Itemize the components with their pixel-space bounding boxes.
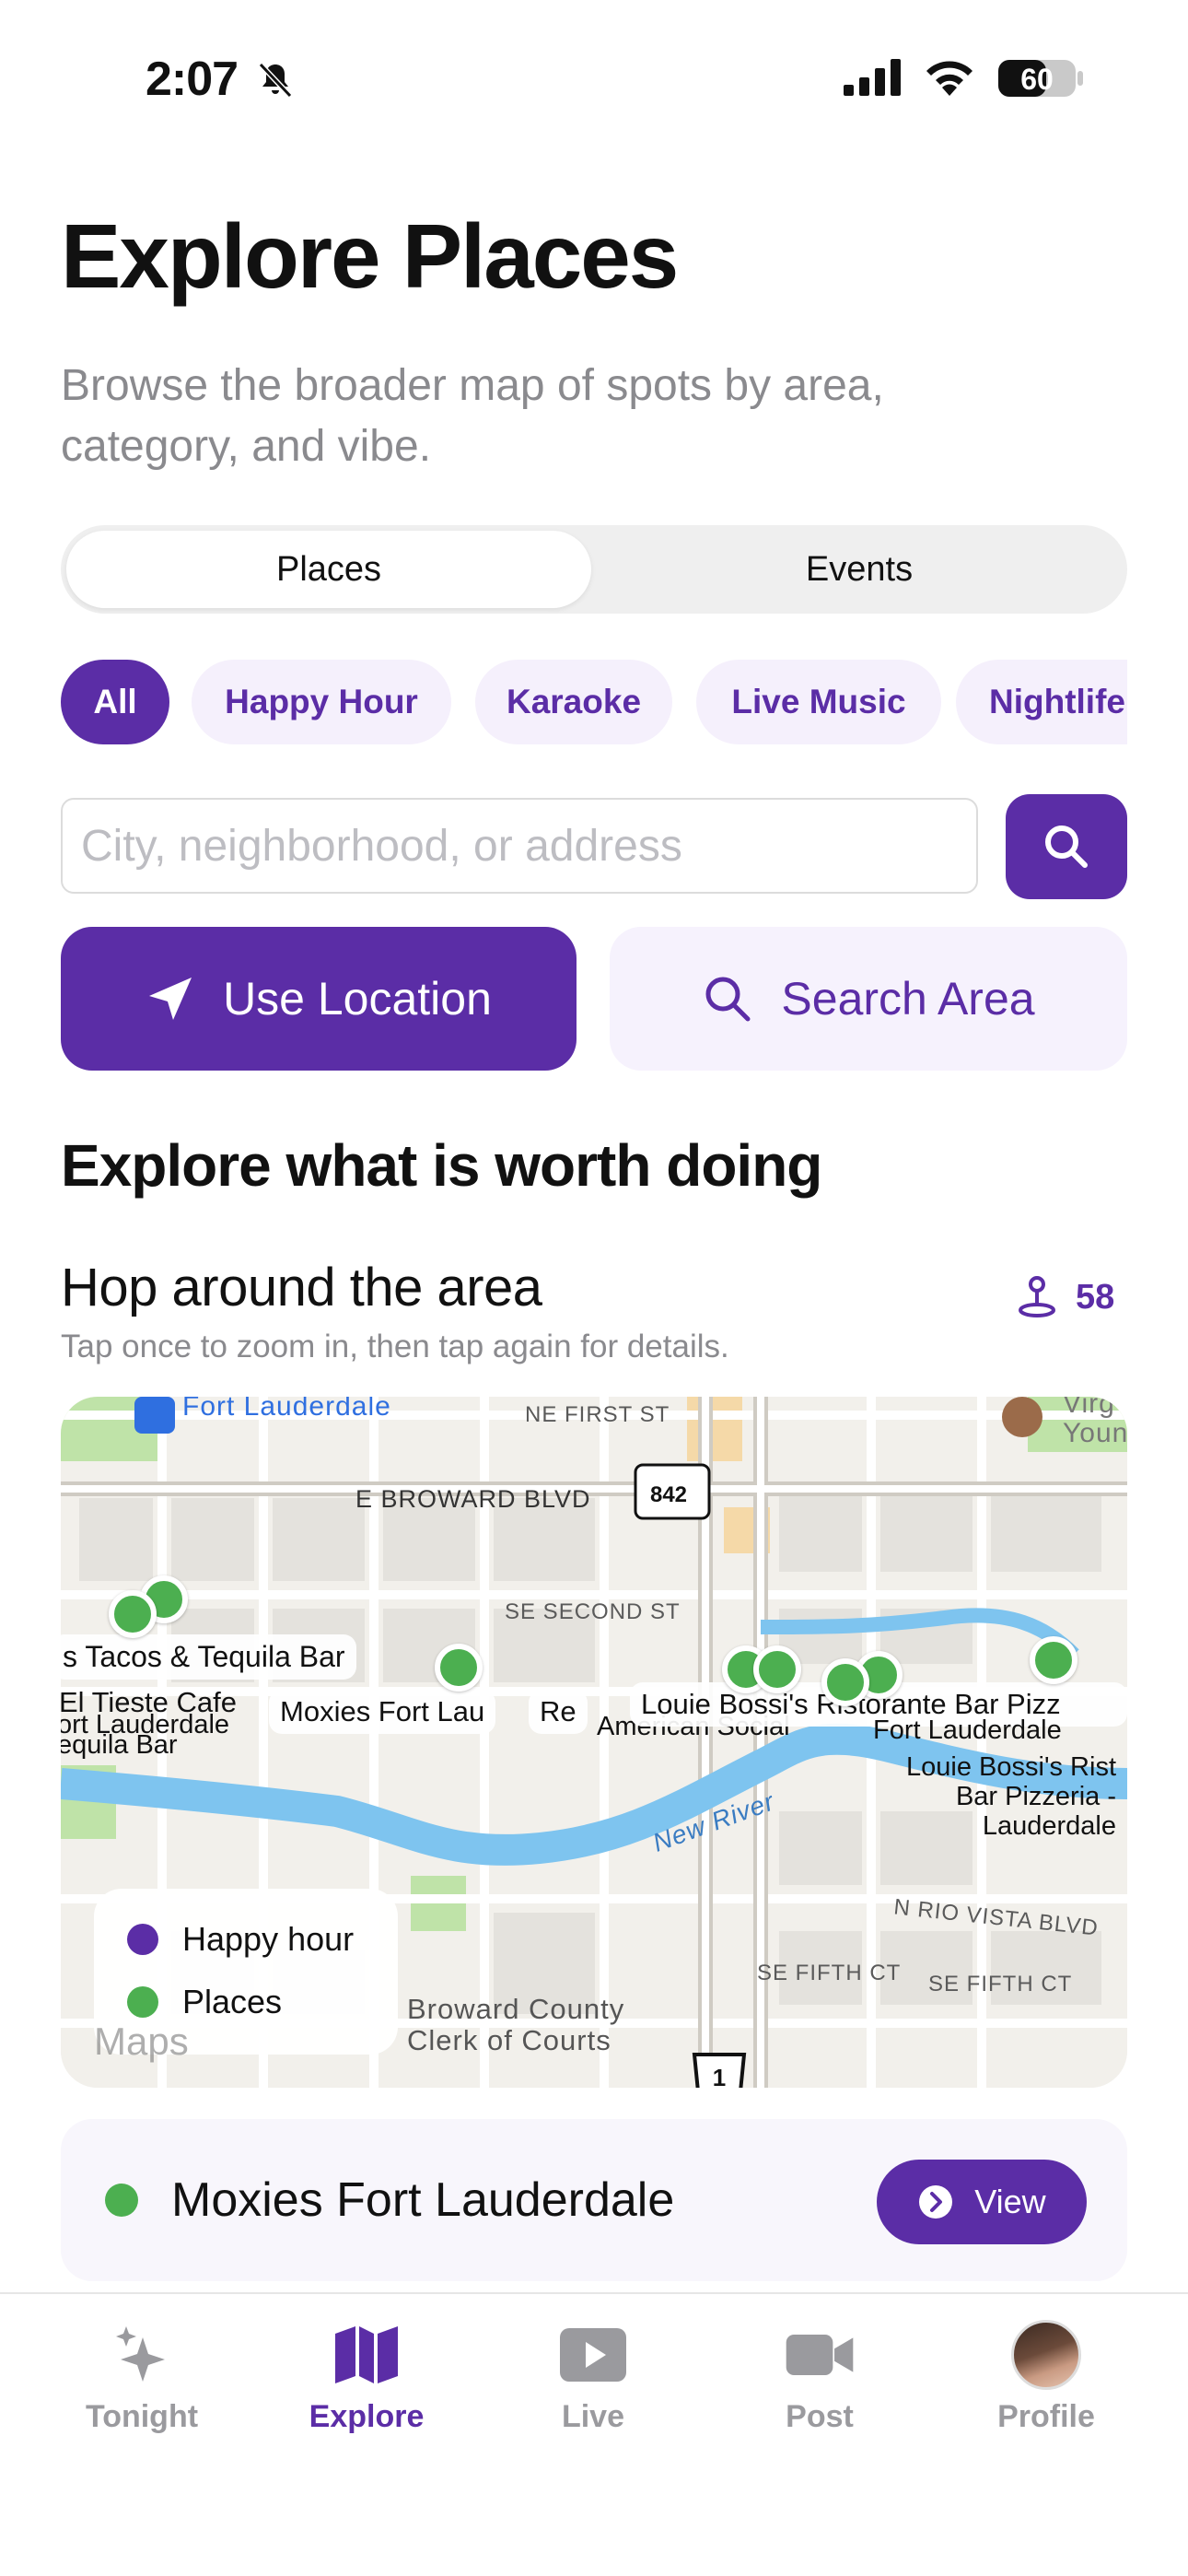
bell-muted-icon bbox=[258, 62, 293, 99]
legend-dot-places bbox=[127, 1986, 158, 2018]
map-pin[interactable] bbox=[109, 1590, 157, 1638]
avatar bbox=[1011, 2320, 1081, 2390]
svg-text:1: 1 bbox=[713, 2064, 726, 2088]
hop-hint: Tap once to zoom in, then tap again for … bbox=[61, 1329, 729, 1364]
map-label-tacos-tequila[interactable]: s Tacos & Tequila Bar bbox=[61, 1634, 356, 1680]
view-label: View bbox=[974, 2183, 1046, 2220]
chip-happy-hour[interactable]: Happy Hour bbox=[192, 660, 451, 744]
legend-label-places: Places bbox=[182, 1983, 283, 2020]
location-arrow-icon bbox=[149, 978, 192, 1020]
legend-label-happy-hour: Happy hour bbox=[182, 1920, 355, 1958]
tab-label-explore: Explore bbox=[309, 2399, 425, 2434]
map-label-se-second-st: SE SECOND ST bbox=[505, 1599, 681, 1624]
place-status-dot bbox=[105, 2184, 138, 2217]
selected-place-name: Moxies Fort Lauderdale bbox=[171, 2173, 675, 2227]
train-station-icon bbox=[134, 1397, 175, 1434]
sparkles-icon bbox=[107, 2320, 177, 2390]
chip-karaoke[interactable]: Karaoke bbox=[475, 660, 672, 744]
search-icon bbox=[705, 977, 751, 1022]
map-pin[interactable] bbox=[1030, 1636, 1077, 1684]
route-842-shield-icon: 842 bbox=[634, 1463, 711, 1520]
legend-dot-happy-hour bbox=[127, 1924, 158, 1955]
map-label-ne-first-st: NE FIRST ST bbox=[525, 1402, 670, 1427]
tab-label-post: Post bbox=[786, 2399, 854, 2434]
use-location-label: Use Location bbox=[223, 973, 492, 1025]
tab-label-live: Live bbox=[561, 2399, 625, 2434]
category-chips: All Happy Hour Karaoke Live Music Nightl… bbox=[61, 660, 1127, 744]
use-location-button[interactable]: Use Location bbox=[61, 927, 577, 1071]
location-search-input[interactable] bbox=[61, 798, 978, 894]
bottom-tab-bar: Tonight Explore Live Post Profile bbox=[0, 2292, 1188, 2576]
place-count-badge: 58 bbox=[1017, 1271, 1114, 1323]
status-time: 2:07 bbox=[146, 53, 239, 106]
svg-text:842: 842 bbox=[650, 1482, 687, 1507]
tab-profile[interactable]: Profile bbox=[954, 2320, 1138, 2435]
map-pin[interactable] bbox=[821, 1658, 869, 1706]
battery-level: 60 bbox=[1020, 63, 1054, 96]
view-place-button[interactable]: View bbox=[877, 2160, 1087, 2244]
map-label-fort-lauderdale: Fort Lauderdale bbox=[182, 1397, 391, 1422]
route-1-shield-icon: 1 bbox=[692, 2053, 747, 2088]
map-label-louie-bossi-sub: Louie Bossi's Rist Bar Pizzeria - Lauder… bbox=[906, 1752, 1116, 1841]
video-camera-icon bbox=[785, 2320, 855, 2390]
map-pin[interactable] bbox=[753, 1645, 801, 1693]
tab-live[interactable]: Live bbox=[501, 2320, 685, 2435]
place-count: 58 bbox=[1076, 1277, 1115, 1317]
map-label-se-fifth-ct: SE FIFTH CT bbox=[757, 1961, 902, 1985]
map-label-fort-lauderdale-2: Fort Lauderdale bbox=[873, 1715, 1062, 1745]
page-subtitle: Browse the broader map of spots by area,… bbox=[61, 361, 884, 471]
places-events-toggle: Places Events bbox=[61, 525, 1127, 614]
page-title: Explore Places bbox=[61, 205, 679, 307]
search-button[interactable] bbox=[1006, 794, 1127, 899]
chip-nightlife[interactable]: Nightlife bbox=[956, 660, 1127, 744]
tab-post[interactable]: Post bbox=[728, 2320, 912, 2435]
tab-explore[interactable]: Explore bbox=[274, 2320, 459, 2435]
cellular-signal-icon bbox=[844, 59, 901, 96]
map-label-clerk-of-courts: Broward County Clerk of Courts bbox=[407, 1993, 625, 2056]
hop-title: Hop around the area bbox=[61, 1258, 542, 1317]
map-icon bbox=[332, 2320, 402, 2390]
map-label-se-fifth-ct-2: SE FIFTH CT bbox=[928, 1972, 1073, 1996]
wifi-icon bbox=[926, 61, 973, 96]
tab-label-profile: Profile bbox=[997, 2399, 1095, 2434]
chevron-right-circle-icon bbox=[919, 2185, 953, 2219]
chip-all[interactable]: All bbox=[61, 660, 169, 744]
play-rectangle-icon bbox=[558, 2320, 628, 2390]
maps-watermark: Maps bbox=[94, 2020, 189, 2063]
legend-happy-hour: Happy hour bbox=[127, 1920, 354, 1959]
map-label-equila: equila Bar bbox=[61, 1730, 178, 1760]
search-area-button[interactable]: Search Area bbox=[610, 927, 1127, 1071]
map-label-moxies[interactable]: Moxies Fort Lau bbox=[269, 1690, 496, 1734]
map-pin-icon bbox=[1019, 1276, 1055, 1317]
segment-places[interactable]: Places bbox=[66, 531, 591, 608]
tab-label-tonight: Tonight bbox=[85, 2399, 199, 2434]
poi-icon bbox=[1002, 1397, 1042, 1437]
segment-events[interactable]: Events bbox=[597, 531, 1122, 608]
explore-map[interactable]: 842 1 Fort Lauderdale NE FIRST ST E BROW… bbox=[61, 1397, 1127, 2088]
battery-icon: 60 bbox=[998, 60, 1083, 97]
search-area-label: Search Area bbox=[781, 973, 1035, 1025]
selected-place-card[interactable]: Moxies Fort Lauderdale View bbox=[61, 2119, 1127, 2281]
search-icon bbox=[1045, 825, 1088, 868]
chip-live-music[interactable]: Live Music bbox=[696, 660, 941, 744]
avatar-wrapper bbox=[1011, 2320, 1081, 2390]
map-pin[interactable] bbox=[435, 1644, 483, 1692]
map-label-virgin: Virg Youn bbox=[1063, 1397, 1127, 1448]
status-bar: 2:07 60 bbox=[0, 0, 1188, 157]
section-title: Explore what is worth doing bbox=[61, 1132, 822, 1199]
map-label-e-broward-blvd: E BROWARD BLVD bbox=[355, 1485, 591, 1513]
legend-places: Places bbox=[127, 1983, 282, 2021]
map-label-re[interactable]: Re bbox=[529, 1690, 588, 1734]
tab-tonight[interactable]: Tonight bbox=[50, 2320, 234, 2435]
